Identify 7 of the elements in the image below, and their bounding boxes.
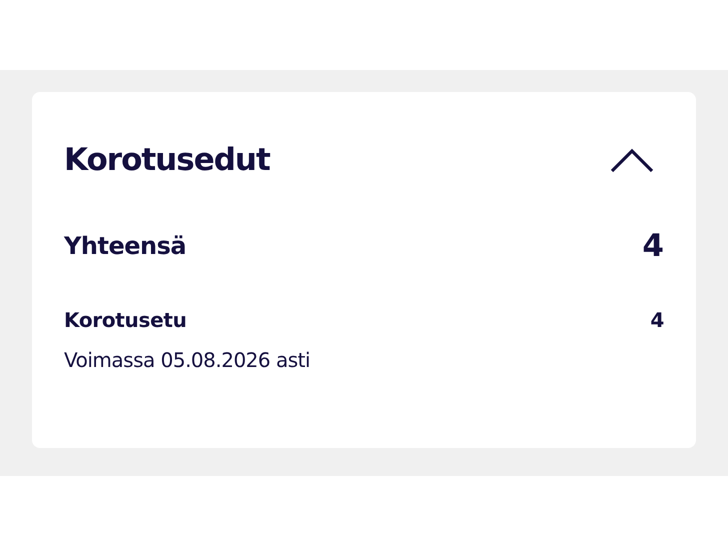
benefit-count: 4 [650, 308, 664, 332]
benefit-name: Korotusetu [64, 308, 187, 332]
total-value: 4 [642, 228, 664, 264]
total-label: Yhteensä [64, 232, 186, 260]
card-title: Korotusedut [64, 142, 270, 178]
validity-text: Voimassa 05.08.2026 asti [64, 348, 312, 372]
chevron-icon[interactable] [610, 147, 654, 173]
